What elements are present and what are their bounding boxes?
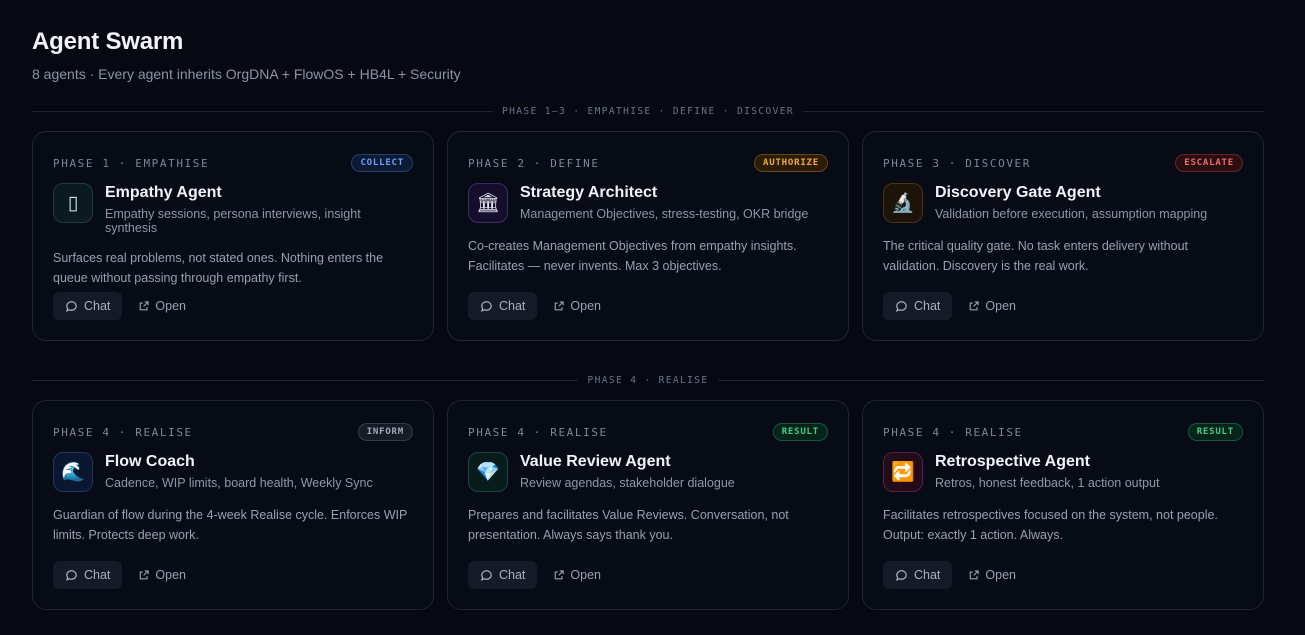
agent-description: Surfaces real problems, not stated ones.… (53, 251, 384, 285)
phase-label: PHASE 4 · REALISE (883, 425, 1023, 439)
chat-bubble-icon (480, 300, 493, 313)
agent-card-value-review: PHASE 4 · REALISE RESULT 💎 Value Review … (447, 400, 849, 610)
status-badge: COLLECT (351, 154, 413, 172)
phase-label: PHASE 4 · REALISE (53, 425, 193, 439)
agent-tagline: Cadence, WIP limits, board health, Weekl… (105, 476, 373, 490)
agent-tagline: Empathy sessions, persona interviews, in… (105, 207, 361, 235)
agent-tagline: Management Objectives, stress-testing, O… (520, 207, 809, 221)
open-link-label: Open (985, 568, 1016, 582)
chat-bubble-icon (65, 300, 78, 313)
section-divider: PHASE 4 · REALISE (32, 374, 1264, 386)
agent-grid: PHASE 1 · EMPATHISE COLLECT ▯ Empathy Ag… (32, 131, 1264, 341)
chat-button[interactable]: Chat (883, 292, 953, 320)
agent-name: Discovery Gate Agent (935, 184, 1101, 201)
chat-button-label: Chat (499, 299, 526, 313)
classical-building-icon: 🏛 (468, 183, 508, 223)
page-header: Agent Swarm 8 agents · Every agent inher… (32, 28, 461, 82)
open-link[interactable]: Open (553, 299, 601, 313)
agent-name: Value Review Agent (520, 453, 671, 470)
page-subtitle: 8 agents · Every agent inherits OrgDNA +… (32, 66, 461, 82)
chat-button[interactable]: Chat (53, 292, 123, 320)
agent-name: Retrospective Agent (935, 453, 1090, 470)
open-link[interactable]: Open (968, 299, 1016, 313)
chat-bubble-icon (895, 300, 908, 313)
agent-card-strategy: PHASE 2 · DEFINE AUTHORIZE 🏛 Strategy Ar… (447, 131, 849, 341)
external-link-icon (968, 300, 980, 312)
section-divider: PHASE 1–3 · EMPATHISE · DEFINE · DISCOVE… (32, 105, 1264, 117)
agent-card-empathy: PHASE 1 · EMPATHISE COLLECT ▯ Empathy Ag… (32, 131, 434, 341)
chat-button[interactable]: Chat (53, 561, 123, 589)
repeat-icon: 🔁 (883, 452, 923, 492)
chat-button-label: Chat (914, 568, 941, 582)
chat-button[interactable]: Chat (883, 561, 953, 589)
external-link-icon (138, 569, 150, 581)
section-label: PHASE 1–3 · EMPATHISE · DEFINE · DISCOVE… (502, 105, 794, 117)
agent-tagline: Validation before execution, assumption … (935, 207, 1208, 221)
agent-card-flow-coach: PHASE 4 · REALISE INFORM 🌊 Flow Coach Ca… (32, 400, 434, 610)
agent-description: The critical quality gate. No task enter… (883, 239, 1188, 273)
microscope-icon: 🔬 (883, 183, 923, 223)
status-badge: RESULT (772, 423, 828, 441)
agent-description: Facilitates retrospectives focused on th… (883, 508, 1218, 542)
agent-name: Empathy Agent (105, 184, 222, 201)
agent-card-discovery: PHASE 3 · DISCOVER ESCALATE 🔬 Discovery … (862, 131, 1264, 341)
open-link-label: Open (155, 299, 186, 313)
agent-description: Guardian of flow during the 4-week Reali… (53, 508, 408, 542)
open-link-label: Open (155, 568, 186, 582)
chat-button-label: Chat (914, 299, 941, 313)
phase-label: PHASE 4 · REALISE (468, 425, 608, 439)
agent-card-retrospective: PHASE 4 · REALISE RESULT 🔁 Retrospective… (862, 400, 1264, 610)
agent-name: Flow Coach (105, 453, 195, 470)
status-badge: AUTHORIZE (754, 154, 828, 172)
agent-grid: PHASE 4 · REALISE INFORM 🌊 Flow Coach Ca… (32, 400, 1264, 610)
chat-button-label: Chat (499, 568, 526, 582)
phase-label: PHASE 2 · DEFINE (468, 156, 600, 170)
chat-button[interactable]: Chat (468, 292, 538, 320)
agent-name: Strategy Architect (520, 184, 658, 201)
chat-bubble-icon (65, 569, 78, 582)
chat-bubble-icon (480, 569, 493, 582)
phase-label: PHASE 1 · EMPATHISE (53, 156, 210, 170)
gem-icon: 💎 (468, 452, 508, 492)
status-badge: INFORM (357, 423, 413, 441)
page-title: Agent Swarm (32, 28, 184, 55)
status-badge: RESULT (1187, 423, 1243, 441)
open-link-label: Open (570, 299, 601, 313)
open-link-label: Open (985, 299, 1016, 313)
agent-tagline: Review agendas, stakeholder dialogue (520, 476, 735, 490)
agent-description: Co-creates Management Objectives from em… (468, 239, 797, 273)
open-link[interactable]: Open (968, 568, 1016, 582)
section-label: PHASE 4 · REALISE (587, 374, 709, 386)
open-link-label: Open (570, 568, 601, 582)
chat-button[interactable]: Chat (468, 561, 538, 589)
status-badge: ESCALATE (1175, 154, 1243, 172)
external-link-icon (553, 569, 565, 581)
phase-label: PHASE 3 · DISCOVER (883, 156, 1032, 170)
external-link-icon (553, 300, 565, 312)
external-link-icon (968, 569, 980, 581)
empathy-icon: ▯ (53, 183, 93, 223)
wave-icon: 🌊 (53, 452, 93, 492)
open-link[interactable]: Open (138, 299, 186, 313)
chat-button-label: Chat (84, 568, 111, 582)
chat-button-label: Chat (84, 299, 111, 313)
agent-description: Prepares and facilitates Value Reviews. … (468, 508, 789, 542)
agent-tagline: Retros, honest feedback, 1 action output (935, 476, 1160, 490)
open-link[interactable]: Open (138, 568, 186, 582)
open-link[interactable]: Open (553, 568, 601, 582)
external-link-icon (138, 300, 150, 312)
chat-bubble-icon (895, 569, 908, 582)
